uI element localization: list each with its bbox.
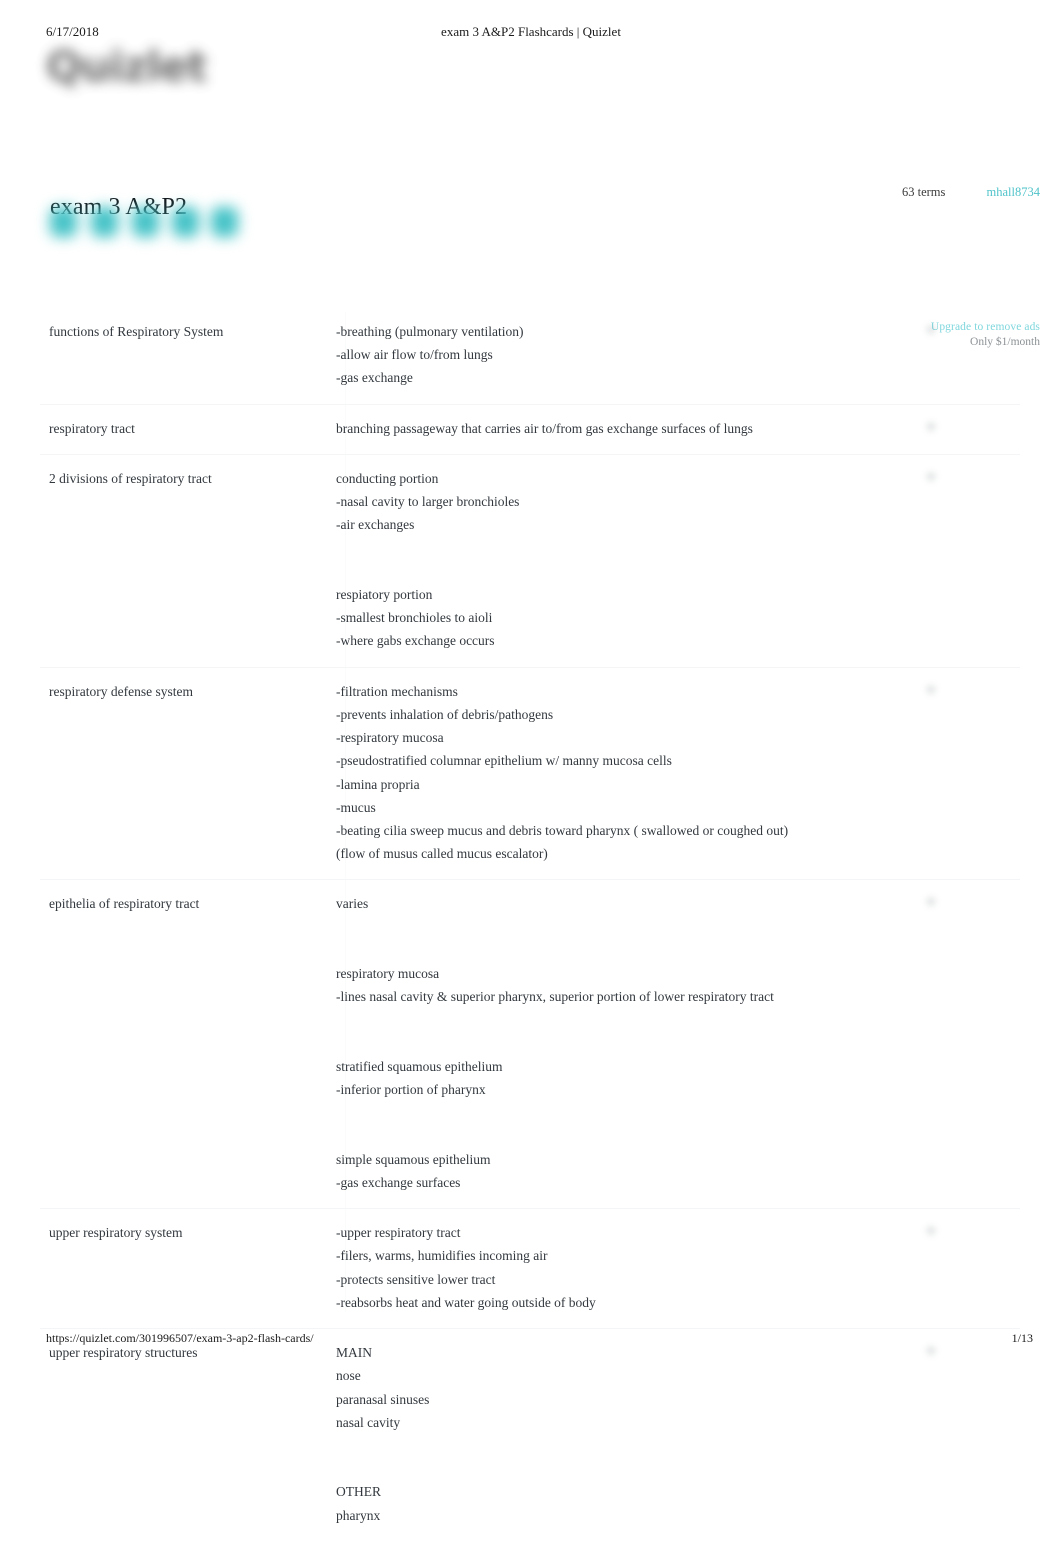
terms-count: 63 terms	[902, 185, 946, 199]
table-row[interactable]: functions of Respiratory System -breathi…	[40, 308, 1020, 404]
definition-text: -breathing (pulmonary ventilation) -allo…	[336, 324, 524, 386]
term-text: upper respiratory system	[49, 1225, 183, 1241]
quizlet-logo[interactable]: Quizlet	[46, 42, 207, 91]
author-link[interactable]: mhall8734	[987, 185, 1040, 199]
definition-text: conducting portion -nasal cavity to larg…	[336, 470, 520, 649]
study-mode-buttons[interactable]	[48, 205, 258, 241]
table-row[interactable]: epithelia of respiratory tract varies re…	[40, 879, 1020, 1208]
print-header: 6/17/2018 exam 3 A&P2 Flashcards | Quizl…	[0, 24, 1062, 42]
star-icon[interactable]: ★	[920, 680, 942, 702]
term-text: respiratory tract	[49, 420, 135, 436]
table-row[interactable]: upper respiratory system -upper respirat…	[40, 1208, 1020, 1328]
set-meta: 63 terms mhall8734	[902, 185, 1040, 200]
definition-text: MAIN nose paranasal sinuses nasal cavity…	[336, 1345, 430, 1523]
term-text: 2 divisions of respiratory tract	[49, 470, 212, 486]
print-footer: https://quizlet.com/301996507/exam-3-ap2…	[0, 1331, 1062, 1347]
definition-text: branching passageway that carries air to…	[336, 420, 753, 436]
terms-list: functions of Respiratory System -breathi…	[40, 308, 1020, 1541]
table-row[interactable]: upper respiratory structures MAIN nose p…	[40, 1328, 1020, 1541]
definition-text: -filtration mechanisms -prevents inhalat…	[336, 683, 789, 862]
learn-mode-icon[interactable]	[91, 207, 118, 237]
print-page-title: exam 3 A&P2 Flashcards | Quizlet	[441, 24, 621, 39]
definition-text: varies respiratory mucosa -lines nasal c…	[336, 896, 774, 1190]
star-icon[interactable]: ★	[920, 320, 942, 342]
test-mode-icon[interactable]	[211, 207, 238, 237]
table-row[interactable]: respiratory defense system -filtration m…	[40, 666, 1020, 880]
star-icon[interactable]: ★	[920, 892, 942, 914]
spell-mode-icon[interactable]	[172, 207, 199, 237]
table-row[interactable]: respiratory tract branching passageway t…	[40, 403, 1020, 454]
star-icon[interactable]: ★	[920, 1221, 942, 1243]
star-icon[interactable]: ★	[920, 417, 942, 439]
source-url: https://quizlet.com/301996507/exam-3-ap2…	[46, 1331, 314, 1345]
page-number: 1/13	[1011, 1331, 1033, 1345]
term-text: functions of Respiratory System	[49, 324, 224, 339]
definition-text: -upper respiratory tract -filers, warms,…	[336, 1225, 596, 1310]
term-text: respiratory defense system	[49, 683, 193, 699]
flashcards-mode-icon[interactable]	[50, 207, 77, 237]
star-icon[interactable]: ★	[920, 467, 942, 489]
write-mode-icon[interactable]	[132, 207, 159, 237]
table-row[interactable]: 2 divisions of respiratory tract conduct…	[40, 453, 1020, 667]
term-text: epithelia of respiratory tract	[49, 896, 200, 912]
